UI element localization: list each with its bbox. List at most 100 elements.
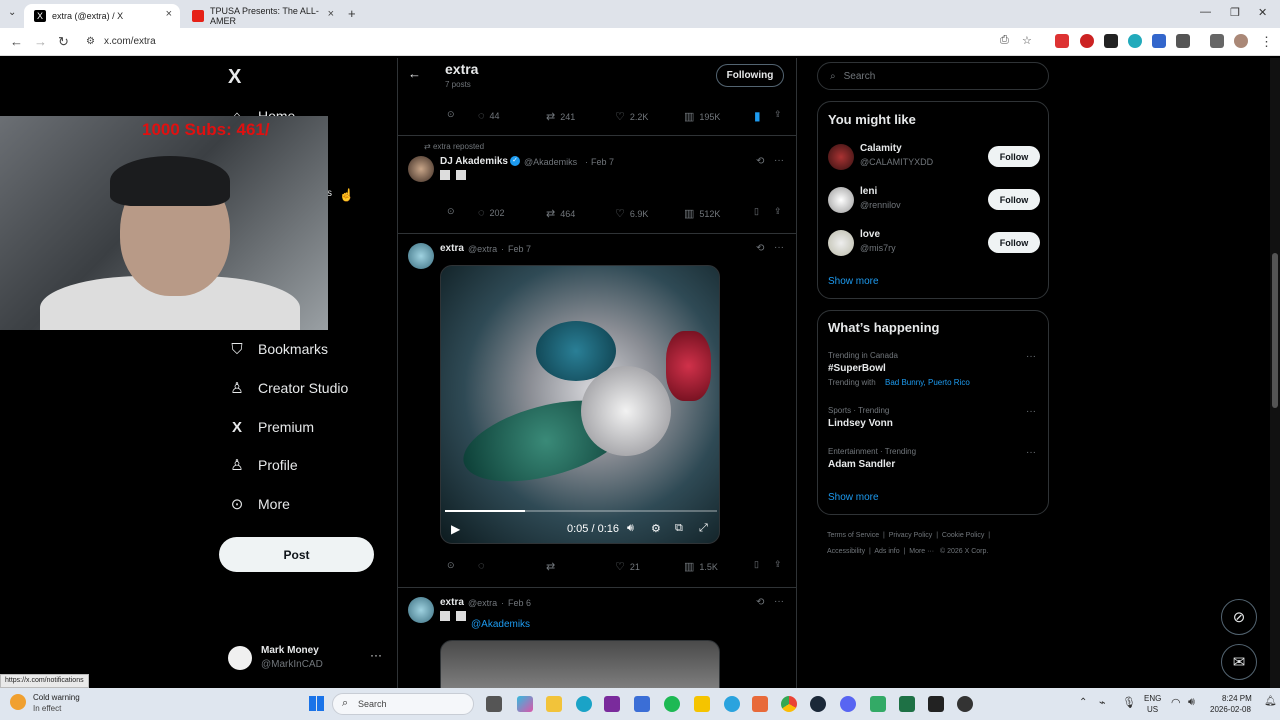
- copilot-icon[interactable]: [517, 696, 533, 712]
- trend-item[interactable]: Sports · Trending Lindsey Vonn ···: [818, 406, 1048, 434]
- menu-icon[interactable]: ⋮: [1260, 34, 1273, 50]
- bookmark-icon[interactable]: ▮: [754, 109, 761, 123]
- app-icon[interactable]: [694, 696, 710, 712]
- views-button[interactable]: ▥ 512K: [684, 207, 720, 220]
- nav-more[interactable]: ⊙ More: [228, 495, 290, 513]
- app-icon[interactable]: [634, 696, 650, 712]
- minimize-icon[interactable]: —: [1200, 6, 1211, 18]
- bookmark-icon[interactable]: ▯: [754, 206, 759, 217]
- edge-icon[interactable]: [576, 696, 592, 712]
- post-button[interactable]: Post: [219, 537, 374, 572]
- nav-bookmarks[interactable]: ⛉ Bookmarks: [228, 340, 328, 358]
- play-icon[interactable]: ▶: [451, 522, 460, 536]
- post-akademiks[interactable]: ⇄ extra reposted DJ Akademiks ✓ @Akademi…: [398, 136, 796, 234]
- profile-avatar-icon[interactable]: [1234, 34, 1248, 48]
- footer-link[interactable]: Terms of Service: [827, 532, 879, 539]
- network-icon[interactable]: ⌁: [1099, 696, 1106, 709]
- repost-button[interactable]: ⇄ 241: [546, 110, 575, 123]
- back-icon[interactable]: ←: [10, 34, 23, 49]
- reply-button[interactable]: ◌ 44: [478, 110, 500, 122]
- video-progress-bar[interactable]: [445, 510, 717, 512]
- repost-button[interactable]: ⇄ 464: [546, 207, 575, 220]
- back-arrow-icon[interactable]: ←: [408, 66, 421, 81]
- post-date[interactable]: Feb 7: [508, 244, 531, 254]
- footer-link[interactable]: Accessibility: [827, 548, 865, 555]
- weather-icon[interactable]: [10, 694, 26, 710]
- grok-icon[interactable]: ⊙: [447, 560, 455, 571]
- trend-item[interactable]: Entertainment · Trending Adam Sandler ··…: [818, 447, 1048, 475]
- close-tab-icon[interactable]: ×: [328, 8, 334, 20]
- extension-icon[interactable]: [1104, 34, 1118, 48]
- telegram-icon[interactable]: [724, 696, 740, 712]
- spotify-icon[interactable]: [664, 696, 680, 712]
- extension-icon[interactable]: [1152, 34, 1166, 48]
- reply-button[interactable]: ◌: [478, 560, 490, 572]
- extension-icon[interactable]: [1080, 34, 1094, 48]
- taskbar-search[interactable]: ⌕ Search: [332, 693, 474, 715]
- pip-icon[interactable]: ⧉: [675, 522, 683, 535]
- following-button[interactable]: Following: [716, 64, 784, 87]
- restore-icon[interactable]: ❐: [1230, 6, 1240, 19]
- suggested-user[interactable]: Calamity @CALAMITYXDD Follow: [818, 142, 1048, 174]
- mention-link[interactable]: @Akademiks: [471, 619, 530, 630]
- install-icon[interactable]: ⎙: [1000, 34, 1009, 47]
- close-window-icon[interactable]: ✕: [1258, 6, 1267, 19]
- messages-fab-button[interactable]: ✉: [1221, 644, 1257, 680]
- wifi-icon[interactable]: ◠: [1171, 696, 1181, 709]
- footer-link[interactable]: Ads info: [874, 548, 899, 555]
- reading-list-icon[interactable]: [1210, 34, 1224, 48]
- follow-button[interactable]: Follow: [988, 189, 1040, 210]
- grok-icon[interactable]: ⟲: [756, 243, 764, 254]
- avatar[interactable]: [408, 156, 434, 182]
- views-button[interactable]: ▥ 1.5K: [684, 560, 718, 573]
- post-media-thumbnail[interactable]: [440, 640, 720, 688]
- share-icon[interactable]: ⇪: [774, 206, 782, 217]
- post-author[interactable]: DJ Akademiks: [440, 156, 508, 167]
- nav-profile[interactable]: ♙ Profile: [228, 456, 297, 474]
- site-info-icon[interactable]: ⚙: [86, 36, 95, 47]
- folder-icon[interactable]: [546, 696, 562, 712]
- share-icon[interactable]: ⇪: [774, 559, 782, 570]
- like-button[interactable]: ♡ 2.2K: [615, 110, 648, 123]
- chrome-icon[interactable]: [781, 696, 797, 712]
- reply-button[interactable]: ◌ 202: [478, 207, 505, 219]
- extensions-puzzle-icon[interactable]: [1176, 34, 1190, 48]
- nav-premium[interactable]: X Premium: [228, 418, 314, 436]
- app-icon[interactable]: [957, 696, 973, 712]
- tab-extra[interactable]: X extra (@extra) / X ×: [24, 4, 180, 28]
- grok-icon[interactable]: ⊙: [447, 206, 455, 217]
- clock-time[interactable]: 8:24 PM: [1222, 694, 1252, 703]
- weather-title[interactable]: Cold warning: [33, 693, 80, 702]
- windows-start-icon[interactable]: [309, 696, 324, 711]
- mic-icon[interactable]: 🎙︎: [1122, 696, 1136, 709]
- search-input[interactable]: ⌕ Search: [817, 62, 1049, 90]
- more-dots-icon[interactable]: ···: [370, 648, 382, 662]
- app-icon[interactable]: [604, 696, 620, 712]
- post-handle[interactable]: @Akademiks: [524, 157, 577, 167]
- more-dots-icon[interactable]: ···: [774, 155, 784, 166]
- grok-icon[interactable]: ⟲: [756, 597, 764, 608]
- views-button[interactable]: ▥ 195K: [684, 110, 720, 123]
- app-icon[interactable]: [870, 696, 886, 712]
- tab-search-icon[interactable]: ⌄: [8, 7, 16, 18]
- post-date[interactable]: Feb 7: [591, 157, 614, 167]
- post-extra-feb6[interactable]: extra @extra · Feb 6 ⟲ ··· @Akademiks: [398, 588, 796, 688]
- post-handle[interactable]: @extra: [468, 598, 497, 608]
- footer-link[interactable]: More ···: [909, 548, 934, 555]
- excel-icon[interactable]: [899, 696, 915, 712]
- page-scrollbar[interactable]: [1270, 58, 1280, 688]
- grok-icon[interactable]: ⟲: [756, 156, 764, 167]
- x-logo-icon[interactable]: X: [228, 66, 241, 89]
- bookmark-icon[interactable]: ▯: [754, 559, 759, 570]
- follow-button[interactable]: Follow: [988, 232, 1040, 253]
- follow-button[interactable]: Follow: [988, 146, 1040, 167]
- like-button[interactable]: ♡ 21: [615, 560, 640, 573]
- post-handle[interactable]: @extra: [468, 244, 497, 254]
- extension-icon[interactable]: [1128, 34, 1142, 48]
- close-tab-icon[interactable]: ×: [166, 8, 172, 20]
- bookmark-star-icon[interactable]: ☆: [1022, 34, 1032, 47]
- post-author[interactable]: extra: [440, 243, 464, 254]
- tab-tpusa[interactable]: TPUSA Presents: The ALL-AMER ×: [182, 4, 342, 28]
- volume-icon[interactable]: 🔊︎: [627, 522, 634, 535]
- share-icon[interactable]: ⇪: [774, 109, 782, 120]
